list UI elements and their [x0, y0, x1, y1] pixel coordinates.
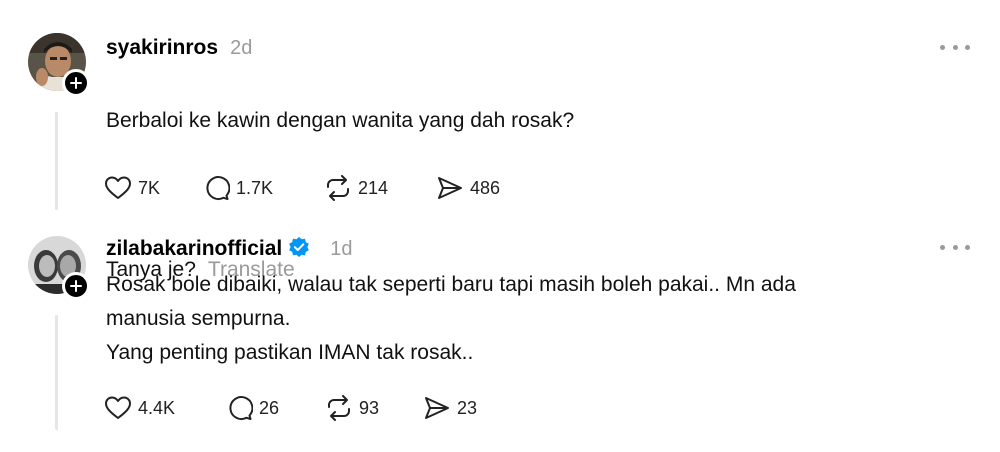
- more-icon[interactable]: [940, 242, 970, 252]
- reply-button[interactable]: 26: [227, 395, 325, 421]
- comment-icon: [206, 176, 230, 201]
- share-button[interactable]: 23: [423, 395, 523, 421]
- post-question: Berbaloi ke kawin dengan wanita yang dah…: [106, 109, 575, 132]
- comment-icon: [229, 396, 253, 421]
- share-button[interactable]: 486: [436, 175, 536, 201]
- post-text: Rosak bole dibaiki, walau tak seperti ba…: [106, 273, 796, 364]
- follow-plus-icon[interactable]: [62, 69, 90, 97]
- share-icon: [425, 397, 449, 419]
- reply-button[interactable]: 1.7K: [204, 175, 324, 201]
- reply-count: 26: [259, 397, 280, 418]
- repost-count: 93: [359, 397, 380, 418]
- reply-count: 1.7K: [236, 177, 274, 198]
- like-count: 7K: [138, 177, 161, 198]
- like-button[interactable]: 4.4K: [104, 395, 227, 421]
- post-time: 1d: [330, 238, 353, 260]
- share-count: 23: [457, 397, 478, 418]
- repost-button[interactable]: 214: [324, 175, 436, 201]
- follow-plus-icon[interactable]: [62, 272, 90, 300]
- post-time: 2d: [230, 37, 253, 59]
- thread-line: [55, 315, 58, 430]
- repost-count: 214: [358, 177, 389, 198]
- thread-line: [55, 112, 58, 210]
- verified-icon: [289, 237, 310, 257]
- username[interactable]: zilabakarinofficial 1d: [106, 236, 352, 261]
- username-text[interactable]: syakirinros: [106, 36, 218, 59]
- repost-button[interactable]: 93: [325, 395, 423, 421]
- heart-icon: [105, 176, 131, 199]
- repost-icon: [327, 175, 349, 201]
- username-text[interactable]: zilabakarinofficial: [106, 237, 282, 260]
- share-count: 486: [470, 177, 501, 198]
- like-button[interactable]: 7K: [104, 175, 204, 201]
- repost-icon: [328, 395, 350, 421]
- like-count: 4.4K: [138, 397, 176, 418]
- share-icon: [438, 177, 462, 199]
- heart-icon: [105, 396, 131, 419]
- post-actions: 4.4K 26 93 23: [104, 395, 523, 421]
- username[interactable]: syakirinros 2d: [106, 36, 252, 60]
- post-actions: 7K 1.7K 214 486: [104, 175, 536, 201]
- more-icon[interactable]: [940, 42, 970, 52]
